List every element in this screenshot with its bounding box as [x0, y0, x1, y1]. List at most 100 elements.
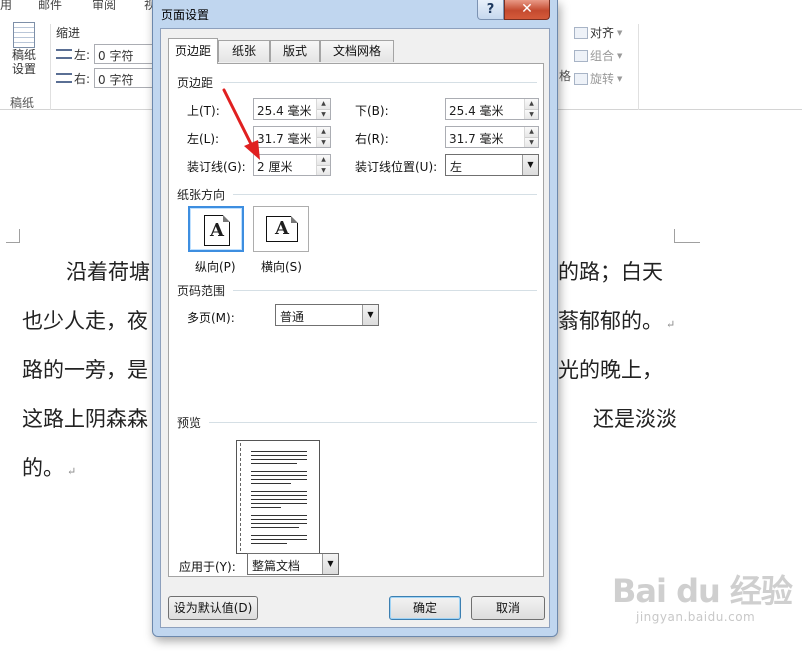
page-setup-dialog: 页面设置 ? ✕ 页边距 纸张 版式 文档网格 页边距 上(T): 25.4 毫… [152, 0, 558, 637]
bottom-margin-label: 下(B): [355, 104, 389, 118]
gutter-value: 2 厘米 [257, 160, 293, 174]
indent-title: 缩进 [56, 26, 81, 40]
right-margin-input[interactable]: 31.7 毫米 ▲ ▼ [445, 126, 539, 148]
watermark-logo: Bai du 经验 [612, 572, 793, 610]
tab-document-grid[interactable]: 文档网格 [320, 40, 394, 62]
preview-text-line [251, 491, 307, 492]
spin-up-icon[interactable]: ▲ [317, 155, 330, 165]
preview-text-line [251, 463, 297, 464]
paragraph-mark: ↵ [666, 318, 676, 331]
multiple-pages-select[interactable]: 普通 ▼ [275, 304, 379, 326]
preview-text-line [251, 527, 299, 528]
spin-up-icon[interactable]: ▲ [317, 127, 330, 137]
chevron-down-icon[interactable]: ▼ [322, 554, 338, 574]
paper-setup-label-line2: 设置 [11, 62, 36, 76]
preview-text-line [251, 479, 307, 480]
indent-left-input[interactable]: 0 字符 [94, 44, 155, 64]
gutter-label: 装订线(G): [187, 160, 246, 174]
portrait-glyph: A [210, 220, 224, 241]
indent-right-icon [56, 73, 72, 83]
tab-margins[interactable]: 页边距 [168, 38, 218, 64]
preview-text-line [251, 475, 307, 476]
tab-paper[interactable]: 纸张 [218, 40, 270, 62]
gutter-position-label: 装订线位置(U): [355, 160, 438, 174]
spin-down-icon[interactable]: ▼ [317, 137, 330, 147]
rotate-button[interactable]: 旋转 ▼ [574, 70, 622, 87]
spin-down-icon[interactable]: ▼ [317, 165, 330, 175]
margin-corner-mark [6, 229, 20, 243]
spin-up-icon[interactable]: ▲ [317, 99, 330, 109]
dialog-title-bar[interactable]: 页面设置 ? ✕ [153, 0, 557, 28]
ribbon-text-fragment: 格 [559, 69, 572, 83]
tab-layout[interactable]: 版式 [270, 40, 320, 62]
group-divider [221, 82, 537, 83]
align-label: 对齐 [590, 26, 615, 40]
close-button[interactable]: ✕ [504, 0, 550, 20]
preview-text-line [251, 543, 287, 544]
spinner-arrows[interactable]: ▲ ▼ [316, 127, 330, 147]
ribbon-tab-review[interactable]: 审阅 [92, 0, 116, 10]
orientation-group-title: 纸张方向 [177, 186, 226, 203]
baidu-jingyan-watermark: Bai du 经验 jingyan.baidu.com [600, 566, 800, 646]
portrait-button[interactable]: A [188, 206, 244, 252]
indent-left-label: 左: [74, 47, 91, 62]
margins-group-title: 页边距 [177, 74, 214, 91]
watermark-url: jingyan.baidu.com [636, 610, 756, 624]
spin-up-icon[interactable]: ▲ [525, 127, 538, 137]
help-button[interactable]: ? [477, 0, 504, 20]
spin-down-icon[interactable]: ▼ [525, 137, 538, 147]
document-text[interactable]: 蓊郁郁的。 ↵ [558, 305, 675, 335]
indent-right-input[interactable]: 0 字符 [94, 68, 155, 88]
document-text[interactable]: 光的晚上， [558, 354, 663, 384]
paper-setup-button[interactable]: 稿纸 设置 [4, 22, 44, 76]
align-button[interactable]: 对齐 ▼ [574, 24, 622, 41]
apply-to-select[interactable]: 整篇文档 ▼ [247, 553, 339, 575]
group-divider [209, 422, 537, 423]
spinner-arrows[interactable]: ▲ ▼ [316, 99, 330, 119]
spin-down-icon[interactable]: ▼ [317, 109, 330, 119]
ribbon-tab-partial[interactable]: 用 [0, 0, 12, 10]
multiple-pages-value: 普通 [280, 310, 305, 324]
group-label: 组合 [590, 49, 615, 63]
pages-group-title: 页码范围 [177, 282, 226, 299]
portrait-label[interactable]: 纵向(P) [195, 258, 236, 275]
group-divider [233, 290, 537, 291]
ribbon-tab-mailings[interactable]: 邮件 [38, 0, 62, 10]
ok-button[interactable]: 确定 [389, 596, 461, 620]
spin-down-icon[interactable]: ▼ [525, 109, 538, 119]
document-text[interactable]: 这路上阴森森 [22, 403, 148, 433]
dialog-title: 页面设置 [161, 8, 210, 22]
margin-corner-mark [674, 229, 700, 243]
document-text[interactable]: 的。 ↵ [22, 452, 76, 482]
preview-text-line [251, 483, 291, 484]
ribbon-separator [638, 24, 639, 110]
chevron-down-icon[interactable]: ▼ [362, 305, 378, 325]
document-text[interactable]: 还是淡淡 [593, 403, 677, 433]
spinner-arrows[interactable]: ▲ ▼ [524, 127, 538, 147]
spin-up-icon[interactable]: ▲ [525, 99, 538, 109]
gutter-position-select[interactable]: 左 ▼ [445, 154, 539, 176]
document-text[interactable]: 沿着荷塘 [66, 256, 150, 286]
chevron-down-icon[interactable]: ▼ [522, 155, 538, 175]
document-text[interactable]: 的路；白天 [558, 256, 663, 286]
rotate-icon [574, 72, 588, 85]
preview-text-line [251, 459, 307, 460]
spinner-arrows[interactable]: ▲ ▼ [524, 99, 538, 119]
document-text[interactable]: 路的一旁，是 [22, 354, 148, 384]
preview-page [236, 440, 320, 554]
bottom-margin-input[interactable]: 25.4 毫米 ▲ ▼ [445, 98, 539, 120]
group-button[interactable]: 组合 ▼ [574, 47, 622, 64]
preview-text-line [251, 523, 307, 524]
cancel-button[interactable]: 取消 [471, 596, 545, 620]
set-default-button[interactable]: 设为默认值(D) [168, 596, 258, 620]
landscape-button[interactable]: A [253, 206, 309, 252]
spinner-arrows[interactable]: ▲ ▼ [316, 155, 330, 175]
document-text[interactable]: 也少人走，夜 [22, 305, 148, 335]
chevron-down-icon: ▼ [617, 74, 623, 83]
landscape-label[interactable]: 横向(S) [261, 258, 302, 275]
gutter-position-value: 左 [450, 160, 463, 174]
landscape-page-icon: A [266, 216, 298, 242]
indent-left-icon [56, 49, 72, 59]
group-icon [574, 49, 588, 62]
indent-right-row: 右: 0 字符 [56, 68, 155, 88]
